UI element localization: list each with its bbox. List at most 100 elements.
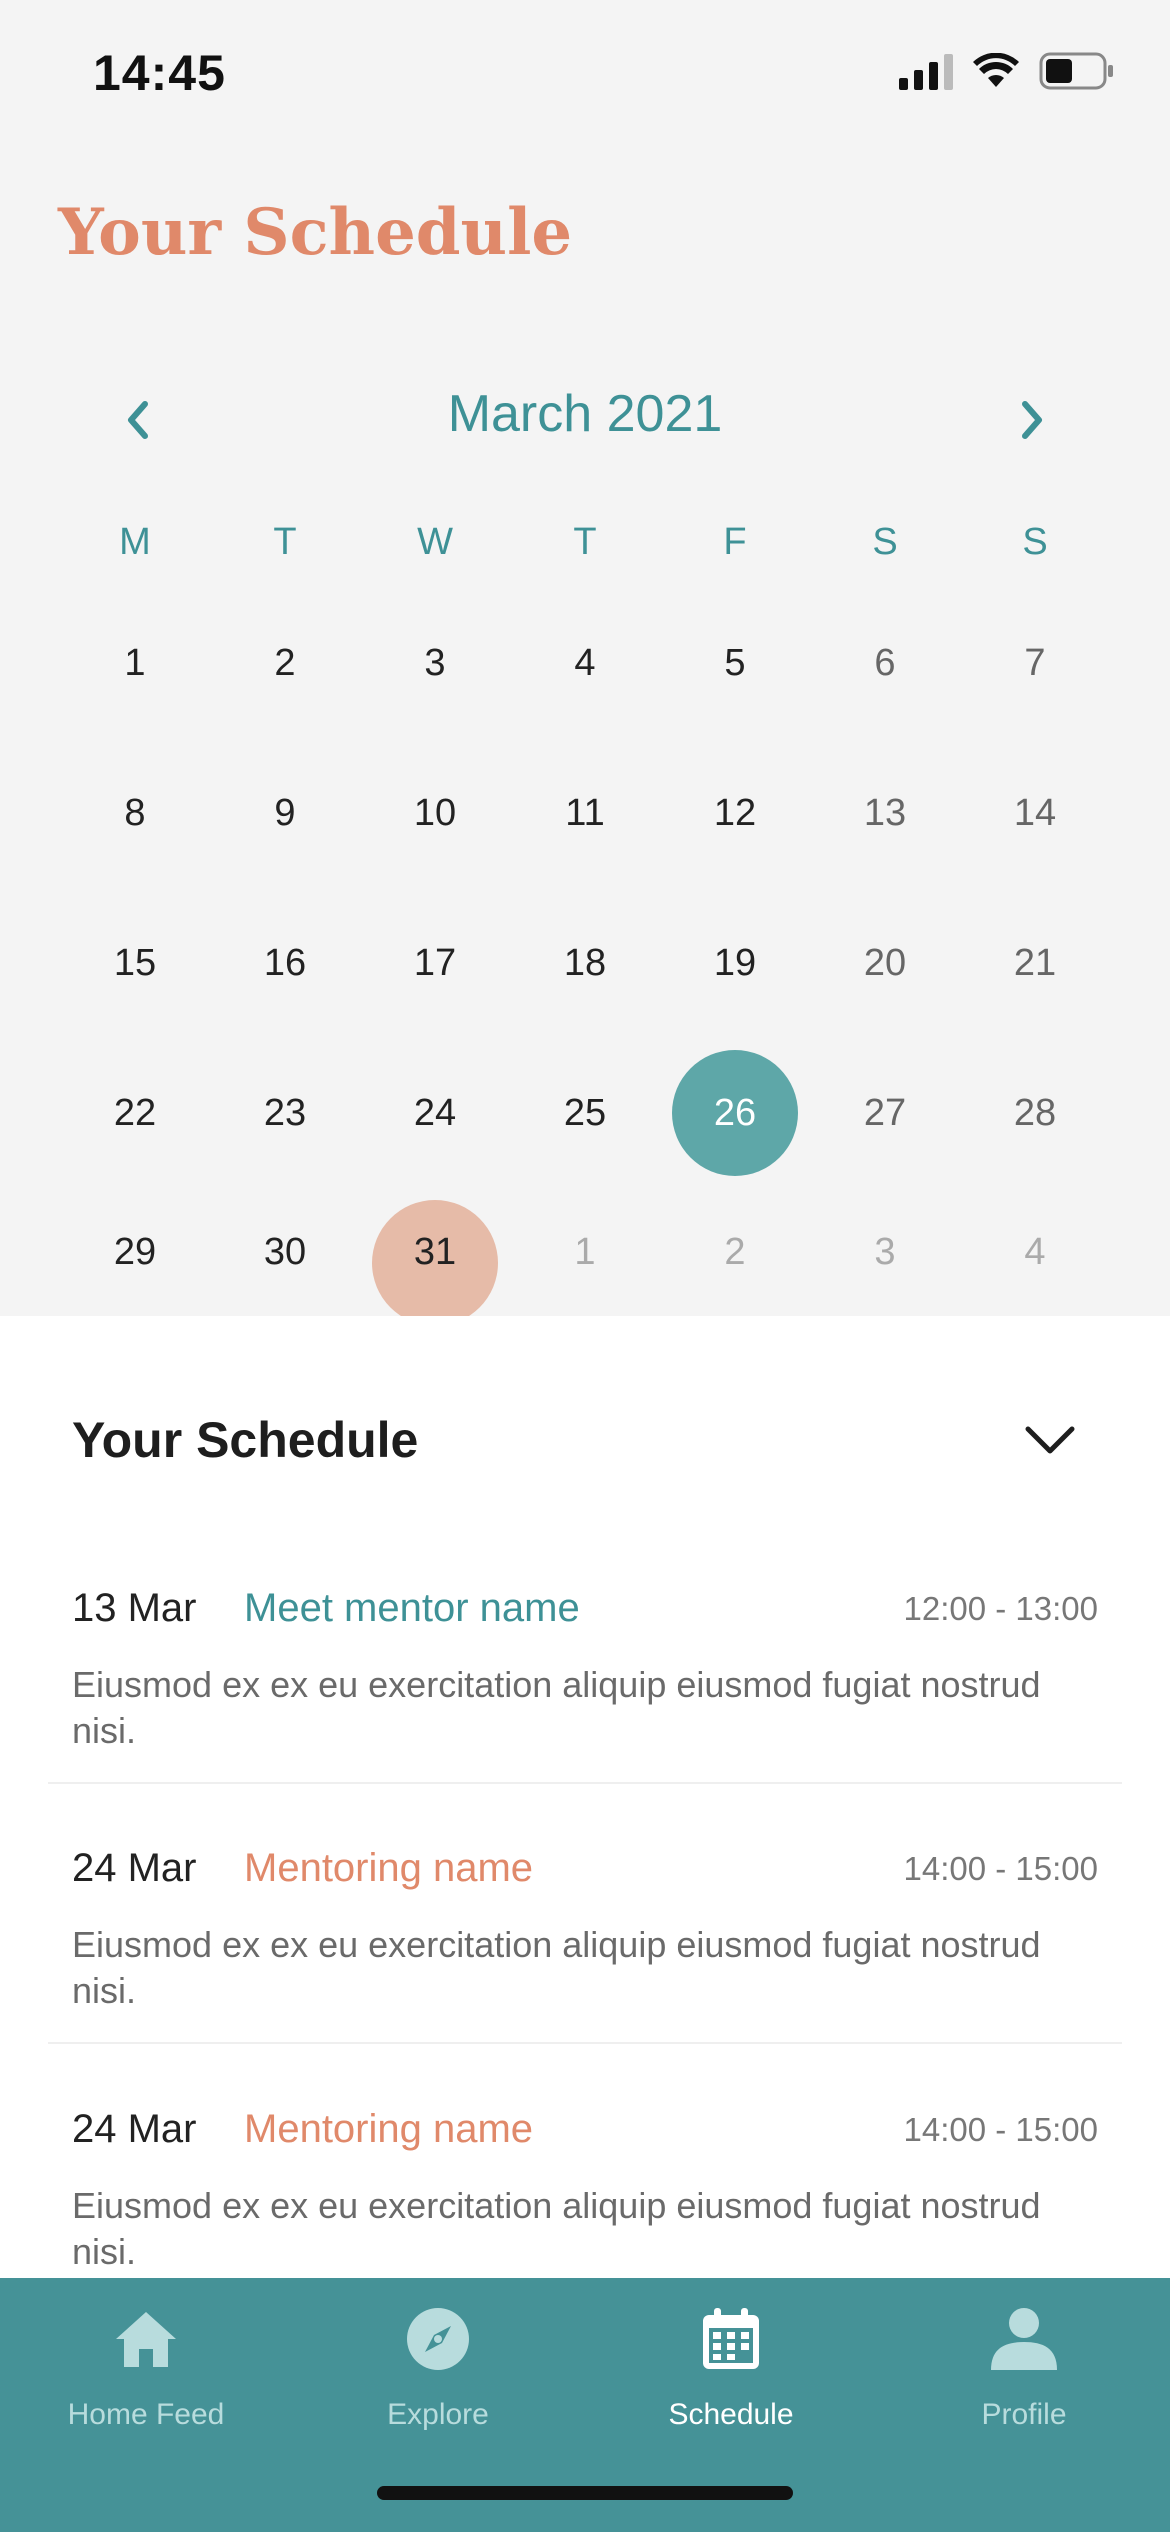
day-number: 21 [1013, 941, 1057, 984]
weekday-label: W [417, 521, 453, 563]
chevron-down-icon [1025, 1426, 1075, 1454]
day-number: 2 [724, 1230, 746, 1273]
calendar-day[interactable]: 2 [210, 588, 360, 738]
event-date: 24 Mar [72, 1846, 197, 1890]
day-number: 9 [274, 791, 296, 834]
day-number: 25 [563, 1091, 607, 1134]
schedule-sheet: Your Schedule 13 Mar Meet mentor name 12… [0, 1316, 1170, 2316]
tab-label: Explore [387, 2398, 489, 2431]
event-time: 14:00 - 15:00 [903, 2111, 1099, 2148]
calendar-day[interactable]: 9 [210, 738, 360, 888]
calendar-day[interactable]: 13 [810, 738, 960, 888]
calendar-day[interactable]: 18 [510, 888, 660, 1038]
day-number: 13 [863, 791, 907, 834]
day-number: 30 [263, 1230, 307, 1273]
calendar-day-selected[interactable]: 26 [660, 1038, 810, 1188]
weekday-label: T [573, 521, 597, 563]
status-time: 14:45 [93, 45, 226, 101]
battery-icon [1039, 52, 1113, 90]
event-time: 12:00 - 13:00 [903, 1590, 1099, 1627]
day-number: 29 [113, 1230, 157, 1273]
calendar-day-next-month[interactable]: 1 [510, 1188, 660, 1316]
tab-label: Home Feed [67, 2398, 225, 2431]
day-number: 26 [713, 1091, 757, 1134]
calendar-day[interactable]: 6 [810, 588, 960, 738]
calendar-day[interactable]: 21 [960, 888, 1110, 1038]
next-month-button[interactable] [992, 380, 1072, 460]
calendar-day[interactable]: 1 [60, 588, 210, 738]
day-number: 23 [263, 1091, 307, 1134]
cellular-signal-icon [899, 52, 953, 90]
calendar-day-next-month[interactable]: 3 [810, 1188, 960, 1316]
day-number: 20 [863, 941, 907, 984]
home-indicator [377, 2486, 793, 2500]
day-number: 18 [563, 941, 607, 984]
calendar-week-row: 22 23 24 25 26 27 28 [60, 1038, 1110, 1188]
calendar-week-row: 1 2 3 4 5 6 7 [60, 588, 1110, 738]
weekday-label: S [1022, 521, 1048, 563]
day-number: 1 [124, 641, 146, 684]
tab-schedule[interactable]: Schedule [585, 2278, 877, 2478]
collapse-schedule-button[interactable] [1018, 1408, 1082, 1472]
calendar-day[interactable]: 22 [60, 1038, 210, 1188]
chevron-right-icon [1022, 401, 1042, 439]
calendar-day[interactable]: 12 [660, 738, 810, 888]
calendar-day-today[interactable]: 31 [360, 1188, 510, 1316]
weekday-label: F [723, 521, 747, 563]
day-number: 7 [1024, 641, 1046, 684]
calendar-day-next-month[interactable]: 2 [660, 1188, 810, 1316]
calendar-day[interactable]: 17 [360, 888, 510, 1038]
day-number: 16 [263, 941, 307, 984]
calendar-icon [703, 2308, 759, 2369]
calendar-day[interactable]: 16 [210, 888, 360, 1038]
schedule-event[interactable]: 24 Mar Mentoring name 14:00 - 15:00 Eius… [48, 1784, 1122, 2044]
calendar-day[interactable]: 30 [210, 1188, 360, 1316]
event-description: Eiusmod ex ex eu exercitation aliquip ei… [72, 2185, 1041, 2272]
calendar-day[interactable]: 20 [810, 888, 960, 1038]
calendar-day[interactable]: 25 [510, 1038, 660, 1188]
day-number: 4 [1024, 1230, 1046, 1273]
calendar-day[interactable]: 15 [60, 888, 210, 1038]
calendar-day[interactable]: 19 [660, 888, 810, 1038]
event-time: 14:00 - 15:00 [903, 1850, 1099, 1887]
tab-profile[interactable]: Profile [878, 2278, 1170, 2478]
day-number: 12 [713, 791, 757, 834]
day-number: 14 [1013, 791, 1057, 834]
tab-home-feed[interactable]: Home Feed [0, 2278, 292, 2478]
calendar-day[interactable]: 7 [960, 588, 1110, 738]
calendar-day-next-month[interactable]: 4 [960, 1188, 1110, 1316]
calendar-day[interactable]: 24 [360, 1038, 510, 1188]
calendar-week-row: 15 16 17 18 19 20 21 [60, 888, 1110, 1038]
calendar-day[interactable]: 5 [660, 588, 810, 738]
tab-explore[interactable]: Explore [292, 2278, 584, 2478]
weekday-label: T [273, 521, 297, 563]
event-description: Eiusmod ex ex eu exercitation aliquip ei… [72, 1664, 1041, 1751]
calendar-day[interactable]: 3 [360, 588, 510, 738]
event-name: Mentoring name [244, 1846, 534, 1890]
calendar-day[interactable]: 29 [60, 1188, 210, 1316]
calendar-day[interactable]: 10 [360, 738, 510, 888]
day-number: 6 [874, 641, 896, 684]
day-number: 4 [574, 641, 596, 684]
weekday-label: M [119, 521, 151, 563]
calendar-day[interactable]: 4 [510, 588, 660, 738]
calendar-day[interactable]: 14 [960, 738, 1110, 888]
day-number: 31 [413, 1230, 457, 1273]
calendar-day[interactable]: 27 [810, 1038, 960, 1188]
calendar-day[interactable]: 8 [60, 738, 210, 888]
day-number: 15 [113, 941, 157, 984]
home-icon [116, 2312, 176, 2367]
calendar-day[interactable]: 11 [510, 738, 660, 888]
event-date: 24 Mar [72, 2107, 197, 2151]
calendar-day[interactable]: 28 [960, 1038, 1110, 1188]
page-title: Your Schedule [58, 195, 573, 270]
schedule-event[interactable]: 24 Mar Mentoring name 14:00 - 15:00 Eius… [48, 2045, 1122, 2305]
tab-label: Profile [981, 2398, 1067, 2431]
schedule-event[interactable]: 13 Mar Meet mentor name 12:00 - 13:00 Ei… [48, 1524, 1122, 1784]
day-number: 22 [113, 1091, 157, 1134]
status-bar: 14:45 [0, 0, 1170, 150]
wifi-icon [973, 53, 1019, 87]
day-number: 10 [413, 791, 457, 834]
calendar-day[interactable]: 23 [210, 1038, 360, 1188]
event-description: Eiusmod ex ex eu exercitation aliquip ei… [72, 1924, 1041, 2011]
